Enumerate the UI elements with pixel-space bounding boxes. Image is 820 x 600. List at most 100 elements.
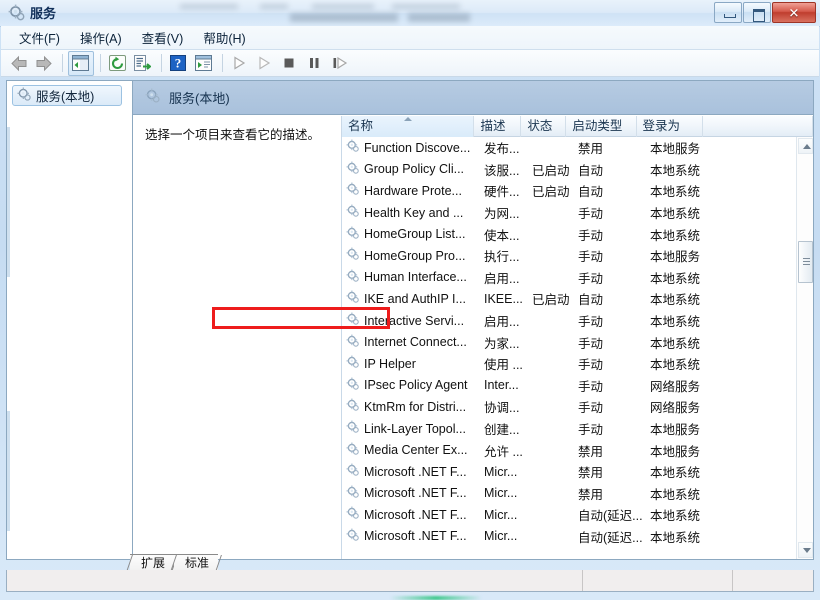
tree-edge-accent-top bbox=[7, 127, 10, 277]
scrollbar-thumb[interactable] bbox=[798, 241, 813, 283]
column-status[interactable]: 状态 bbox=[521, 116, 567, 137]
menu-view[interactable]: 查看(V) bbox=[132, 25, 194, 50]
table-row[interactable]: KtmRm for Distri... 协调... 手动 网络服务 bbox=[342, 396, 796, 418]
service-gear-icon bbox=[346, 269, 360, 286]
table-row[interactable]: HomeGroup Pro... 执行... 手动 本地服务 bbox=[342, 245, 796, 267]
window-controls: ✕ bbox=[714, 2, 816, 23]
service-name-label: IP Helper bbox=[364, 356, 416, 371]
pane-header-label: 服务(本地) bbox=[169, 91, 230, 106]
table-row[interactable]: Link-Layer Topol... 创建... 手动 本地服务 bbox=[342, 418, 796, 440]
menu-help[interactable]: 帮助(H) bbox=[193, 25, 255, 50]
table-row[interactable]: Microsoft .NET F... Micr... 禁用 本地系统 bbox=[342, 461, 796, 483]
table-row[interactable]: Microsoft .NET F... Micr... 自动(延迟... 本地系统 bbox=[342, 526, 796, 548]
column-name[interactable]: 名称 bbox=[342, 116, 475, 137]
refresh-icon[interactable] bbox=[106, 52, 130, 75]
scroll-down-arrow-icon[interactable] bbox=[798, 542, 813, 558]
stop-service-icon[interactable] bbox=[278, 52, 302, 75]
cell-logon-as: 本地系统 bbox=[650, 293, 701, 308]
table-row[interactable]: IPsec Policy Agent Inter... 手动 网络服务 bbox=[342, 375, 796, 397]
tree-item-services-local[interactable]: 服务(本地) bbox=[12, 85, 122, 106]
service-gear-icon bbox=[346, 161, 360, 178]
properties-icon[interactable] bbox=[192, 52, 216, 75]
close-icon: ✕ bbox=[788, 5, 800, 20]
menu-file[interactable]: 文件(F) bbox=[9, 25, 70, 50]
column-startup-type[interactable]: 启动类型 bbox=[566, 116, 637, 137]
table-row[interactable]: Group Policy Cli... 该服... 已启动 自动 本地系统 bbox=[342, 159, 796, 181]
service-name-label: Hardware Prote... bbox=[364, 183, 462, 198]
service-name-label: Interactive Servi... bbox=[364, 313, 465, 328]
status-bar bbox=[6, 570, 814, 592]
show-tree-icon[interactable] bbox=[68, 50, 94, 76]
cell-startup-type: 手动 bbox=[578, 379, 604, 394]
cell-startup-type: 自动(延迟... bbox=[578, 509, 643, 524]
cell-startup-type: 手动 bbox=[578, 423, 604, 438]
service-name-label: Microsoft .NET F... bbox=[364, 507, 467, 522]
vertical-scrollbar[interactable] bbox=[796, 137, 813, 559]
export-list-icon[interactable] bbox=[131, 52, 155, 75]
tab-standard[interactable]: 标准 bbox=[174, 554, 219, 571]
tree-item-label: 服务(本地) bbox=[36, 90, 95, 104]
pane-header: 服务(本地) bbox=[133, 81, 813, 115]
cell-name: Health Key and ... bbox=[342, 204, 478, 221]
table-row[interactable]: Internet Connect... 为家... 手动 本地系统 bbox=[342, 331, 796, 353]
status-bar-pane-3 bbox=[733, 570, 813, 591]
table-row[interactable]: Interactive Servi... 启用... 手动 本地系统 bbox=[342, 310, 796, 332]
table-row[interactable]: IP Helper 使用 ... 手动 本地系统 bbox=[342, 353, 796, 375]
minimize-button[interactable] bbox=[714, 2, 742, 23]
services-window: 服务 ✕ 文件(F) 操作(A) 查看(V) 帮助(H) ? 服务(本地) 服务… bbox=[0, 0, 820, 600]
service-name-label: Link-Layer Topol... bbox=[364, 421, 466, 436]
cell-startup-type: 禁用 bbox=[578, 466, 604, 481]
cell-startup-type: 手动 bbox=[578, 401, 604, 416]
cell-name: IKE and AuthIP I... bbox=[342, 290, 478, 307]
table-row[interactable]: Human Interface... 启用... 手动 本地系统 bbox=[342, 267, 796, 289]
cell-name: Media Center Ex... bbox=[342, 442, 478, 459]
tab-extended[interactable]: 扩展 bbox=[130, 554, 175, 571]
table-row[interactable]: Microsoft .NET F... Micr... 自动(延迟... 本地系统 bbox=[342, 504, 796, 526]
pause-service-icon[interactable] bbox=[303, 52, 327, 75]
svg-text:?: ? bbox=[175, 55, 182, 70]
column-logon-as[interactable]: 登录为 bbox=[637, 116, 703, 137]
column-logon-as-label: 登录为 bbox=[642, 119, 681, 133]
column-filler[interactable] bbox=[703, 116, 813, 137]
menu-action[interactable]: 操作(A) bbox=[70, 25, 132, 50]
start-service-icon[interactable] bbox=[228, 52, 252, 75]
tree-edge-accent-bottom bbox=[7, 411, 10, 531]
cell-logon-as: 本地系统 bbox=[650, 336, 701, 351]
scroll-up-arrow-icon[interactable] bbox=[798, 138, 813, 154]
table-row[interactable]: HomeGroup List... 使本... 手动 本地系统 bbox=[342, 223, 796, 245]
table-row[interactable]: Function Discove... 发布... 禁用 本地服务 bbox=[342, 137, 796, 159]
cell-startup-type: 手动 bbox=[578, 336, 604, 351]
services-list: 名称 描述 状态 启动类型 登录为 Function Discove... 发布... 禁用… bbox=[341, 116, 813, 559]
cell-description: 该服... bbox=[484, 163, 520, 178]
maximize-button[interactable] bbox=[743, 2, 771, 23]
scrollbar-grip-icon bbox=[803, 258, 810, 265]
cell-description: 创建... bbox=[484, 423, 520, 438]
table-row[interactable]: IKE and AuthIP I... IKEE... 已启动 自动 本地系统 bbox=[342, 288, 796, 310]
close-button[interactable]: ✕ bbox=[772, 2, 816, 23]
back-icon[interactable] bbox=[7, 52, 31, 75]
table-row[interactable]: Health Key and ... 为网... 手动 本地系统 bbox=[342, 202, 796, 224]
service-gear-icon bbox=[346, 334, 360, 351]
table-row[interactable]: Media Center Ex... 允许 ... 禁用 本地服务 bbox=[342, 439, 796, 461]
cell-logon-as: 本地系统 bbox=[650, 358, 701, 373]
cell-startup-type: 自动(延迟... bbox=[578, 530, 643, 545]
table-row[interactable]: Microsoft .NET F... Micr... 禁用 本地系统 bbox=[342, 483, 796, 505]
restart-service-icon[interactable] bbox=[328, 52, 352, 75]
cell-startup-type: 禁用 bbox=[578, 142, 604, 157]
cell-logon-as: 本地系统 bbox=[650, 466, 701, 481]
cell-description: 为家... bbox=[484, 336, 520, 351]
cell-logon-as: 本地服务 bbox=[650, 444, 701, 459]
service-gear-icon bbox=[346, 463, 360, 480]
forward-icon[interactable] bbox=[32, 52, 56, 75]
cell-logon-as: 本地服务 bbox=[650, 250, 701, 265]
cell-logon-as: 本地系统 bbox=[650, 315, 701, 330]
resume-service-icon[interactable] bbox=[253, 52, 277, 75]
services-gear-icon bbox=[145, 88, 161, 107]
help-icon[interactable]: ? bbox=[167, 52, 191, 75]
cell-description: 使用 ... bbox=[484, 358, 523, 373]
cell-startup-type: 手动 bbox=[578, 271, 604, 286]
table-row[interactable]: Hardware Prote... 硬件... 已启动 自动 本地系统 bbox=[342, 180, 796, 202]
service-gear-icon bbox=[346, 247, 360, 264]
column-description[interactable]: 描述 bbox=[474, 116, 522, 137]
cell-logon-as: 网络服务 bbox=[650, 401, 701, 416]
